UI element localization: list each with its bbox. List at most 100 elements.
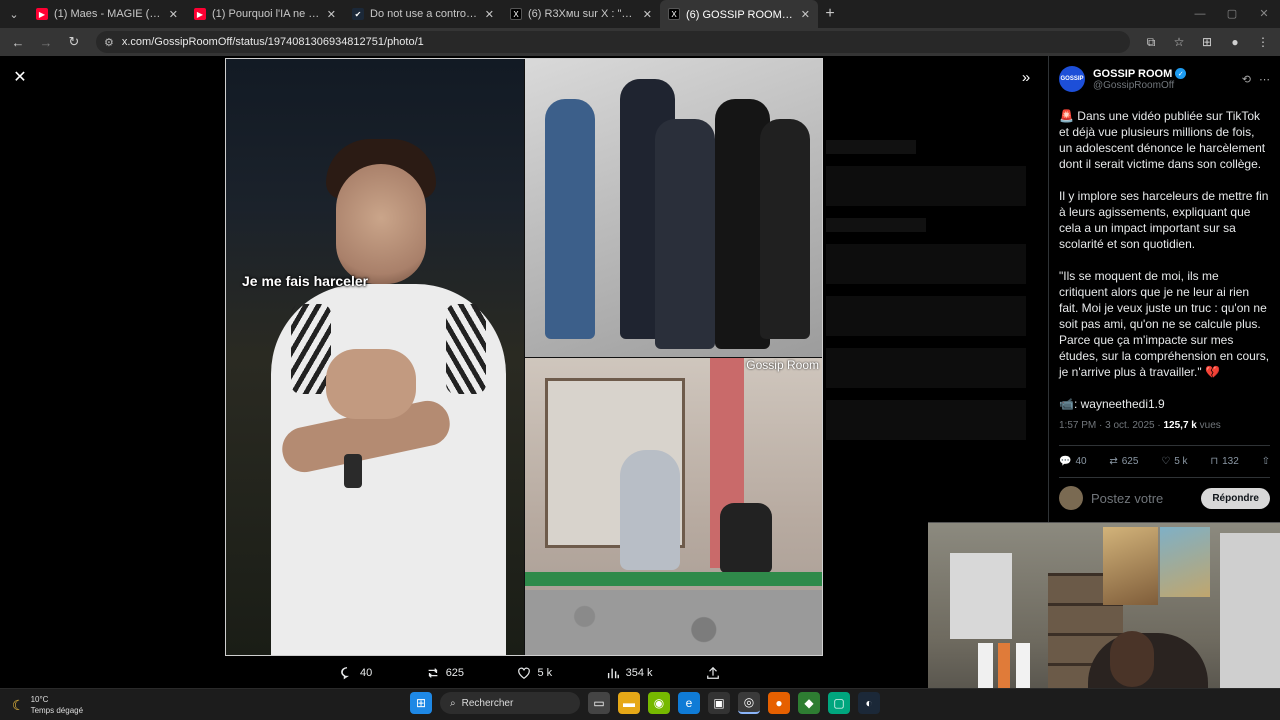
bench-photo[interactable]: Gossip Room — [525, 358, 822, 655]
windows-start-icon[interactable]: ⊞ — [410, 692, 432, 714]
reply-input[interactable]: Postez votre — [1091, 491, 1193, 506]
panel-bookmark-button[interactable]: ⊓ 132 — [1210, 456, 1239, 467]
video-caption: Je me fais harceler — [242, 273, 369, 289]
store-icon[interactable]: ▣ — [708, 692, 730, 714]
video-subject-face — [336, 164, 426, 284]
weather-condition: Temps dégagé — [30, 706, 84, 715]
install-app-icon[interactable]: ⧉ — [1140, 35, 1162, 50]
share-icon — [707, 666, 719, 679]
author-display-name[interactable]: GOSSIP ROOM ✓ — [1093, 68, 1234, 80]
panel-bookmark-count: 132 — [1222, 456, 1239, 467]
views-label: vues — [1196, 420, 1221, 431]
shirt-stripes-left — [291, 304, 331, 394]
app-icon[interactable]: ▢ — [828, 692, 850, 714]
back-arrow-icon[interactable]: ← — [6, 30, 30, 54]
tweet-media[interactable]: Je me fais harceler Gossip Room — [225, 58, 823, 656]
tab-label: Do not use a controller :: Digim — [370, 8, 479, 20]
browser-tab-4[interactable]: X (6) R3Xмu sur X : "@Michoucro ✕ — [502, 0, 660, 28]
browser-tab-5[interactable]: X (6) GOSSIP ROOM sur X : "🚨 D ✕ — [660, 0, 818, 28]
reply-composer: Postez votre Répondre — [1059, 486, 1270, 510]
heart-icon: ♡ — [1161, 456, 1171, 467]
bookmark-star-icon[interactable]: ☆ — [1168, 35, 1190, 50]
video-frame[interactable]: Je me fais harceler — [226, 59, 524, 655]
panel-like-button[interactable]: ♡ 5 k — [1161, 456, 1187, 467]
browser-tab-3[interactable]: ✔ Do not use a controller :: Digim ✕ — [344, 0, 502, 28]
forward-arrow-icon[interactable]: → — [34, 30, 58, 54]
video-subject-hand — [326, 349, 416, 419]
tab-close-icon[interactable]: ✕ — [485, 8, 494, 21]
panel-reply-count: 40 — [1075, 456, 1087, 467]
share-button[interactable] — [706, 664, 720, 682]
tab-close-icon[interactable]: ✕ — [801, 8, 810, 21]
address-bar: ← → ↻ ⚙ x.com/GossipRoomOff/status/19740… — [0, 28, 1280, 56]
tab-close-icon[interactable]: ✕ — [327, 8, 336, 21]
browser-tab-1[interactable]: ▶ (1) Maes - MAGIE (Clip Officiel) ✕ — [28, 0, 186, 28]
group-photo[interactable] — [525, 59, 822, 357]
youtube-icon: ▶ — [194, 8, 206, 20]
browser-tab-2[interactable]: ▶ (1) Pourquoi l'IA ne remplacera ✕ — [186, 0, 344, 28]
close-viewer-icon[interactable]: ✕ — [10, 68, 30, 88]
views-count: 354 k — [625, 667, 653, 679]
nvidia-icon[interactable]: ◉ — [648, 692, 670, 714]
minimize-icon[interactable]: — — [1184, 0, 1216, 28]
tab-label: (1) Maes - MAGIE (Clip Officiel) — [54, 8, 163, 20]
reply-submit-button[interactable]: Répondre — [1201, 487, 1270, 509]
new-tab-button[interactable]: + — [818, 5, 842, 23]
video-subject-watch — [344, 454, 362, 488]
tab-close-icon[interactable]: ✕ — [643, 8, 652, 21]
search-label: Rechercher — [461, 697, 514, 709]
profile-icon[interactable]: ● — [1224, 35, 1246, 50]
like-button[interactable]: 5 k — [517, 664, 552, 682]
panel-share-button[interactable]: ⇧ — [1262, 456, 1270, 467]
teen-figure — [545, 99, 595, 339]
sitting-teen — [620, 450, 680, 570]
reply-count: 40 — [360, 667, 373, 679]
maximize-icon[interactable]: ▢ — [1216, 0, 1248, 28]
x-icon: X — [510, 8, 522, 20]
tab-close-icon[interactable]: ✕ — [169, 8, 178, 21]
views-chart-icon — [607, 668, 619, 679]
shirt-stripes-right — [446, 304, 486, 394]
repost-button[interactable]: 625 — [426, 664, 464, 682]
steam-icon[interactable]: ◐ — [858, 692, 880, 714]
like-count: 5 k — [537, 667, 553, 679]
reply-button[interactable]: 40 — [340, 664, 372, 682]
reply-icon — [341, 667, 350, 680]
extensions-icon[interactable]: ⊞ — [1196, 35, 1218, 50]
stone-wall — [525, 590, 822, 655]
author-name-text: GOSSIP ROOM — [1093, 67, 1173, 80]
close-window-icon[interactable]: ✕ — [1248, 0, 1280, 28]
gossip-room-watermark: Gossip Room — [746, 358, 819, 372]
edge-icon[interactable]: e — [678, 692, 700, 714]
more-options-icon[interactable]: ⋯ — [1259, 73, 1270, 86]
tab-strip: ⌄ ▶ (1) Maes - MAGIE (Clip Officiel) ✕ ▶… — [0, 0, 1280, 28]
browser-menu-icon[interactable]: ⋮ — [1252, 35, 1274, 50]
tweet-engagement-bar: 💬 40 ⇄ 625 ♡ 5 k ⊓ 132 ⇧ — [1059, 445, 1270, 478]
temperature: 10°C — [30, 695, 49, 704]
author-avatar[interactable]: GOSSIP — [1059, 66, 1085, 92]
taskbar-search[interactable]: ⌕ Rechercher — [440, 692, 580, 714]
repost-count: 625 — [445, 667, 465, 679]
tab-search-button[interactable]: ⌄ — [0, 0, 28, 28]
panel-repost-button[interactable]: ⇄ 625 — [1109, 456, 1138, 467]
weather-widget[interactable]: ☾ 10°C Temps dégagé — [12, 694, 83, 716]
repost-icon: ⇄ — [1109, 456, 1118, 467]
tweet-author: GOSSIP GOSSIP ROOM ✓ @GossipRoomOff ⟲ ⋯ — [1059, 64, 1270, 94]
panel-reply-button[interactable]: 💬 40 — [1059, 456, 1087, 467]
url-field[interactable]: ⚙ x.com/GossipRoomOff/status/19740813069… — [96, 31, 1130, 53]
green-bench — [525, 572, 822, 586]
views-button[interactable]: 354 k — [606, 664, 653, 682]
task-view-icon[interactable]: ▭ — [588, 692, 610, 714]
grok-icon[interactable]: ⟲ — [1242, 73, 1251, 86]
file-explorer-icon[interactable]: ▬ — [618, 692, 640, 714]
site-info-icon[interactable]: ⚙ — [104, 36, 114, 49]
tweet-timestamp[interactable]: 1:57 PM · 3 oct. 2025 · — [1059, 420, 1164, 431]
firefox-icon[interactable]: ● — [768, 692, 790, 714]
author-handle[interactable]: @GossipRoomOff — [1093, 80, 1234, 91]
photos-icon[interactable]: ◆ — [798, 692, 820, 714]
teen-figure — [655, 119, 715, 349]
reload-icon[interactable]: ↻ — [62, 30, 86, 54]
moon-icon: ☾ — [12, 696, 25, 713]
chrome-icon[interactable]: ◎ — [738, 692, 760, 714]
teen-figure — [760, 119, 810, 339]
